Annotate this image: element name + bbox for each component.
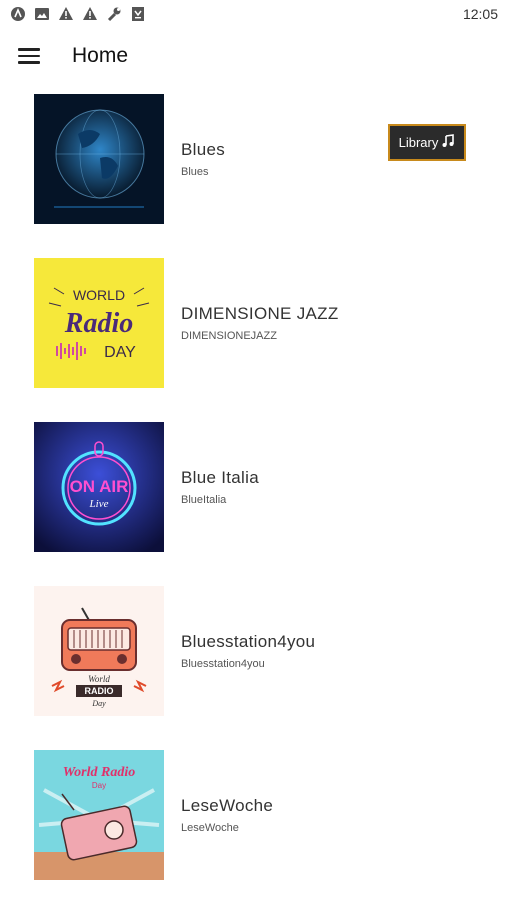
station-list: Blues Blues WORLD Radio DAY DIMENSIONE J… [0,94,506,914]
station-subtitle: Bluesstation4you [181,658,265,670]
station-subtitle: LeseWoche [181,822,239,834]
station-subtitle: BlueItalia [181,494,227,506]
station-item-dimensione-jazz[interactable]: WORLD Radio DAY DIMENSIONE JAZZ DIMENSIO… [0,258,506,422]
app-notification-icon [10,6,26,22]
station-subtitle: Blues [181,166,209,178]
station-item-blues[interactable]: Blues Blues [0,94,506,258]
image-text-on-air: ON AIR [70,477,129,496]
clock: 12:05 [462,6,498,22]
app-bar: Home [0,30,506,84]
image-text-world-radio: World Radio [63,765,135,780]
image-text-radio: Radio [64,308,133,339]
station-item-bluesstation4you[interactable]: World RADIO Day Bluesstation4you Bluesst… [0,586,506,750]
image-text-radio: RADIO [85,686,114,696]
station-image-on-air: ON AIR Live [34,422,164,552]
image-text-day: DAY [104,344,136,361]
warning-icon [82,6,98,22]
page-title: Home [72,44,129,67]
image-text-live: Live [89,498,109,510]
status-icons [10,6,146,22]
station-item-lesewoche[interactable]: World Radio Day LeseWoche LeseWoche [0,750,506,914]
image-text-world: WORLD [73,287,125,303]
menu-icon[interactable] [16,44,42,70]
station-name: LeseWoche [181,796,274,815]
station-image-globe [34,94,164,224]
status-bar: 12:05 [0,0,506,28]
station-image-retro-radio: World RADIO Day [34,586,164,716]
wrench-icon [106,6,122,22]
image-text-day: Day [92,781,106,790]
download-icon [130,6,146,22]
station-name: Blue Italia [181,468,259,487]
station-name: DIMENSIONE JAZZ [181,304,339,323]
station-name: Bluesstation4you [181,632,316,651]
warning-icon [58,6,74,22]
station-subtitle: DIMENSIONEJAZZ [181,330,277,342]
station-image-vintage-radio: World Radio Day [34,750,164,880]
station-name: Blues [181,140,226,159]
image-text-world: World [88,674,110,684]
station-item-blue-italia[interactable]: ON AIR Live Blue Italia BlueItalia [0,422,506,586]
station-image-world-radio-day: WORLD Radio DAY [34,258,164,388]
image-text-day: Day [91,699,106,708]
image-icon [34,6,50,22]
